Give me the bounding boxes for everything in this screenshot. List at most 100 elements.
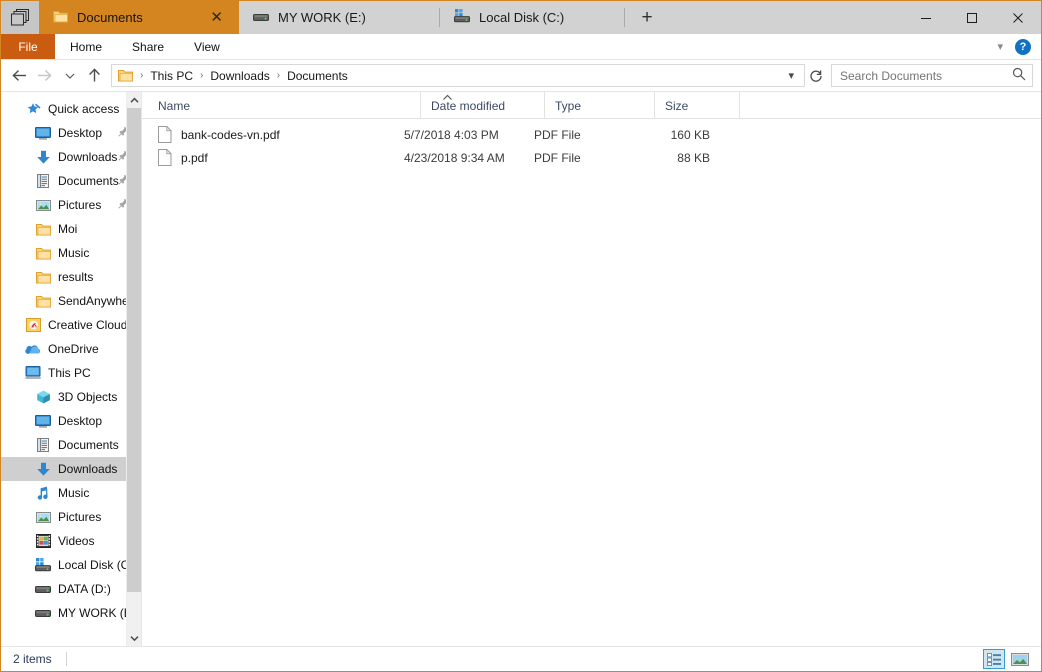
column-header-date-modified[interactable]: Date modified [420,91,544,118]
navigation-tree: Quick access Desktop Downloads Documents Pic… [1,92,141,625]
recent-locations-button[interactable] [57,64,82,88]
menu-file[interactable]: File [1,34,55,59]
sidebar-item-data-d[interactable]: DATA (D:) [1,577,141,601]
sidebar-item-music[interactable]: Music [1,241,141,265]
file-size-cell: 88 KB [677,150,710,165]
tab-documents[interactable]: Documents ✕ [39,1,239,34]
breadcrumb-separator[interactable]: › [136,70,147,81]
documents-icon [35,173,51,189]
file-type-cell: PDF File [534,127,581,142]
ribbon-menu-bar: File Home Share View ▾ ? [1,34,1041,60]
column-header-spacer[interactable] [739,91,779,118]
large-icons-view-button[interactable] [1009,649,1031,669]
refresh-button[interactable] [805,64,827,87]
file-rows[interactable]: bank-codes-vn.pdf 5/7/2018 4:03 PM PDF Fil… [142,119,1041,646]
sidebar-item-label: Moi [58,222,78,236]
help-icon[interactable]: ? [1015,38,1031,55]
navigation-pane: Quick access Desktop Downloads Documents Pic… [1,92,141,646]
back-button[interactable] [7,64,32,88]
breadcrumb-this-pc[interactable]: This PC [147,69,196,83]
sidebar-item-downloads[interactable]: Downloads [1,145,141,169]
tab-close-icon[interactable]: ✕ [206,8,227,27]
sidebar-item-label: Local Disk (C:) [58,558,137,572]
breadcrumb-documents[interactable]: Documents [284,69,351,83]
windows-drive-icon [454,9,470,26]
explorer-body: Quick access Desktop Downloads Documents Pic… [1,91,1041,646]
menu-home[interactable]: Home [55,34,117,59]
sidebar-item-quick-access[interactable]: Quick access [1,97,141,121]
sidebar-item-desktop[interactable]: Desktop [1,121,141,145]
file-icon [158,125,172,143]
sidebar-item-music[interactable]: Music [1,481,141,505]
sidebar-item-results[interactable]: results [1,265,141,289]
scrollbar-thumb[interactable] [127,108,141,592]
file-name-cell[interactable]: bank-codes-vn.pdf [142,125,404,143]
search-input[interactable] [840,68,1012,83]
chevron-down-icon[interactable]: ▾ [782,69,800,82]
file-size-cell: 160 KB [670,127,710,142]
navigation-scrollbar[interactable] [126,92,141,646]
sidebar-item-desktop[interactable]: Desktop [1,409,141,433]
sidebar-item-label: results [58,270,94,284]
file-icon [158,148,172,166]
chevron-down-icon[interactable]: ▾ [993,40,1007,53]
desktop-icon [35,413,51,429]
search-box[interactable] [831,64,1033,87]
forward-button[interactable] [32,64,57,88]
tab-my-work-e[interactable]: MY WORK (E:) [239,1,439,34]
sidebar-item-creative-cloud-fil[interactable]: Creative Cloud Fil [1,313,141,337]
sort-ascending-icon [442,94,453,104]
folder-icon [53,10,68,26]
sidebar-item-moi[interactable]: Moi [1,217,141,241]
scroll-up-icon[interactable] [127,92,141,108]
menu-share[interactable]: Share [117,34,179,59]
sidebar-item-documents[interactable]: Documents [1,433,141,457]
sidebar-item-sendanywhere[interactable]: SendAnywhere [1,289,141,313]
documents-icon [35,437,51,453]
onedrive-icon [25,341,41,357]
close-button[interactable] [995,1,1041,34]
search-icon[interactable] [1012,67,1026,84]
sidebar-item-documents[interactable]: Documents [1,169,141,193]
sidebar-item-this-pc[interactable]: This PC [1,361,141,385]
column-header-label: Type [555,99,582,113]
breadcrumb-separator[interactable]: › [273,70,284,81]
sidebar-item-local-disk-c[interactable]: Local Disk (C:) [1,553,141,577]
minimize-button[interactable] [903,1,949,34]
file-name-cell[interactable]: p.pdf [142,148,404,166]
file-row[interactable]: bank-codes-vn.pdf 5/7/2018 4:03 PM PDF Fil… [142,123,1041,146]
scroll-down-icon[interactable] [127,630,141,646]
details-view-button[interactable] [983,649,1005,669]
sidebar-item-onedrive[interactable]: OneDrive [1,337,141,361]
sidebar-item-label: Documents [58,174,119,188]
sidebar-item-videos[interactable]: Videos [1,529,141,553]
breadcrumb-downloads[interactable]: Downloads [207,69,272,83]
file-row[interactable]: p.pdf 4/23/2018 9:34 AM PDF File 88 KB [142,146,1041,169]
harddrive-icon [35,581,51,597]
window-controls [903,1,1041,34]
up-button[interactable] [82,64,107,88]
sidebar-item-downloads[interactable]: Downloads [1,457,141,481]
sidebar-item-label: Desktop [58,126,103,140]
status-divider [65,652,67,666]
maximize-button[interactable] [949,1,995,34]
tabs-stack-icon[interactable] [1,1,39,34]
sidebar-item-label: Desktop [58,414,103,428]
sidebar-item-pictures[interactable]: Pictures [1,505,141,529]
sidebar-item-3d-objects[interactable]: 3D Objects [1,385,141,409]
breadcrumb-address-input[interactable]: › This PC › Downloads › Documents ▾ [111,64,805,87]
column-header-size[interactable]: Size [654,91,739,118]
sidebar-item-my-work-e[interactable]: MY WORK (E:) [1,601,141,625]
column-header-type[interactable]: Type [544,91,654,118]
column-header-name[interactable]: Name [142,91,420,118]
breadcrumb-separator[interactable]: › [196,70,207,81]
sidebar-item-label: DATA (D:) [58,582,111,596]
menu-view[interactable]: View [179,34,235,59]
thispc-icon [25,365,41,381]
sidebar-item-label: Downloads [58,150,118,164]
sidebar-item-pictures[interactable]: Pictures [1,193,141,217]
tab-local-disk-c[interactable]: Local Disk (C:) [440,1,624,34]
star-pin-icon [25,101,41,117]
windows-drive-icon [35,557,51,573]
new-tab-button[interactable]: + [625,1,669,34]
